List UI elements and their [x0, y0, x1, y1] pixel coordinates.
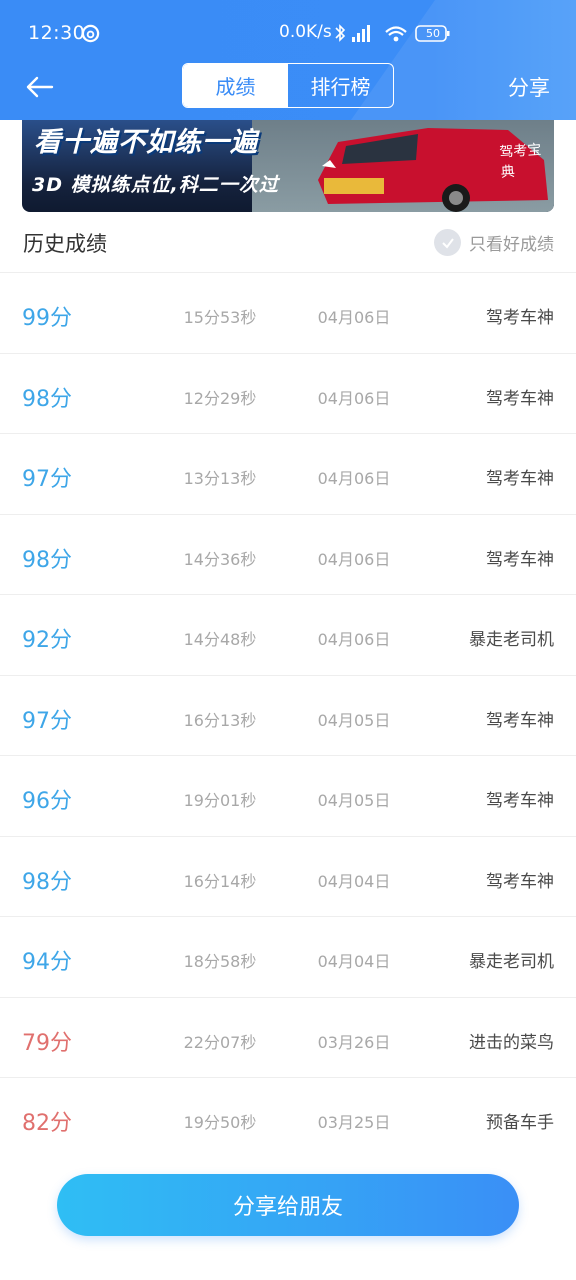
bluetooth-icon: [335, 24, 346, 42]
row-rank: 驾考车神: [486, 710, 554, 731]
status-time: 12:30: [28, 22, 86, 44]
table-row[interactable]: 97分 13分13秒 04月06日 驾考车神: [0, 434, 576, 515]
table-row[interactable]: 99分 15分53秒 04月06日 驾考车神: [0, 273, 576, 354]
row-duration: 14分48秒: [183, 630, 257, 649]
row-duration: 22分07秒: [183, 1032, 257, 1052]
row-date: 04月05日: [317, 791, 391, 810]
row-duration: 12分29秒: [183, 388, 257, 408]
table-row[interactable]: 79分 22分07秒 03月26日 进击的菜鸟: [0, 998, 576, 1078]
row-duration: 19分01秒: [183, 791, 257, 810]
row-score: 82分: [22, 1111, 72, 1136]
top-header: 12:30 0.0K/s 50 成绩 排行榜 分享: [0, 0, 576, 120]
row-date: 03月25日: [317, 1113, 391, 1132]
wifi-icon: [385, 26, 407, 42]
table-row[interactable]: 98分 16分14秒 04月04日 驾考车神: [0, 837, 576, 917]
table-row[interactable]: 96分 19分01秒 04月05日 驾考车神: [0, 756, 576, 837]
table-row[interactable]: 97分 16分13秒 04月05日 驾考车神: [0, 676, 576, 756]
status-bar: 12:30 0.0K/s 50: [0, 0, 576, 66]
share-to-friends-button[interactable]: 分享给朋友: [57, 1174, 519, 1236]
tab-scores[interactable]: 成绩: [183, 64, 288, 107]
back-arrow-icon[interactable]: [22, 70, 58, 104]
row-duration: 14分36秒: [183, 549, 257, 569]
tab-switcher: 成绩 排行榜: [182, 63, 394, 108]
row-date: 04月06日: [317, 308, 391, 327]
score-history-list: 99分 15分53秒 04月06日 驾考车神 98分 12分29秒 04月06日…: [0, 272, 576, 1159]
row-date: 04月06日: [317, 469, 391, 488]
banner-subline: 3D 模拟练点位,科二一次过: [32, 174, 279, 196]
table-row[interactable]: 98分 14分36秒 04月06日 驾考车神: [0, 515, 576, 595]
signal-icon: [352, 25, 370, 42]
row-rank: 驾考车神: [486, 549, 554, 570]
row-rank: 暴走老司机: [469, 952, 554, 972]
share-button[interactable]: 分享: [508, 72, 550, 102]
row-date: 03月26日: [317, 1032, 391, 1052]
row-date: 04月05日: [317, 710, 391, 730]
row-score: 92分: [22, 628, 72, 653]
battery-level: 50: [426, 27, 440, 40]
table-row[interactable]: 98分 12分29秒 04月06日 驾考车神: [0, 354, 576, 434]
row-date: 04月06日: [317, 630, 391, 649]
row-duration: 16分13秒: [183, 710, 257, 730]
table-row[interactable]: 82分 19分50秒 03月25日 预备车手: [0, 1078, 576, 1159]
row-date: 04月06日: [317, 549, 391, 569]
banner-headline: 看十遍不如练一遍: [34, 127, 258, 158]
car-decal-text: 驾考宝典: [498, 141, 542, 181]
row-score: 97分: [22, 708, 72, 734]
row-rank: 驾考车神: [486, 871, 554, 892]
row-rank: 驾考车神: [486, 469, 554, 489]
good-scores-filter[interactable]: 只看好成绩: [434, 229, 554, 256]
row-duration: 18分58秒: [183, 952, 257, 971]
row-date: 04月04日: [317, 952, 391, 971]
row-score: 97分: [22, 467, 72, 492]
row-duration: 13分13秒: [183, 469, 257, 488]
netease-music-icon: [81, 24, 100, 43]
table-row[interactable]: 94分 18分58秒 04月04日 暴走老司机: [0, 917, 576, 998]
row-score: 79分: [22, 1030, 72, 1056]
check-circle-icon[interactable]: [434, 229, 461, 256]
row-score: 98分: [22, 386, 72, 412]
row-score: 98分: [22, 547, 72, 573]
row-duration: 16分14秒: [183, 871, 257, 891]
row-score: 99分: [22, 306, 72, 331]
row-score: 94分: [22, 950, 72, 975]
row-date: 04月06日: [317, 388, 391, 408]
row-rank: 预备车手: [486, 1113, 554, 1133]
promo-banner[interactable]: 看十遍不如练一遍 3D 模拟练点位,科二一次过 驾考宝典: [22, 120, 554, 212]
row-duration: 15分53秒: [183, 308, 257, 327]
history-title: 历史成绩: [23, 232, 107, 256]
row-score: 98分: [22, 869, 72, 895]
row-date: 04月04日: [317, 871, 391, 891]
table-row[interactable]: 92分 14分48秒 04月06日 暴走老司机: [0, 595, 576, 676]
row-rank: 进击的菜鸟: [469, 1032, 554, 1053]
row-rank: 驾考车神: [486, 388, 554, 409]
row-rank: 驾考车神: [486, 308, 554, 328]
row-rank: 驾考车神: [486, 791, 554, 811]
row-score: 96分: [22, 789, 72, 814]
row-duration: 19分50秒: [183, 1113, 257, 1132]
network-speed: 0.0K/s: [279, 22, 332, 42]
filter-label: 只看好成绩: [469, 235, 554, 255]
row-rank: 暴走老司机: [469, 630, 554, 650]
tab-leaderboard[interactable]: 排行榜: [288, 64, 393, 107]
